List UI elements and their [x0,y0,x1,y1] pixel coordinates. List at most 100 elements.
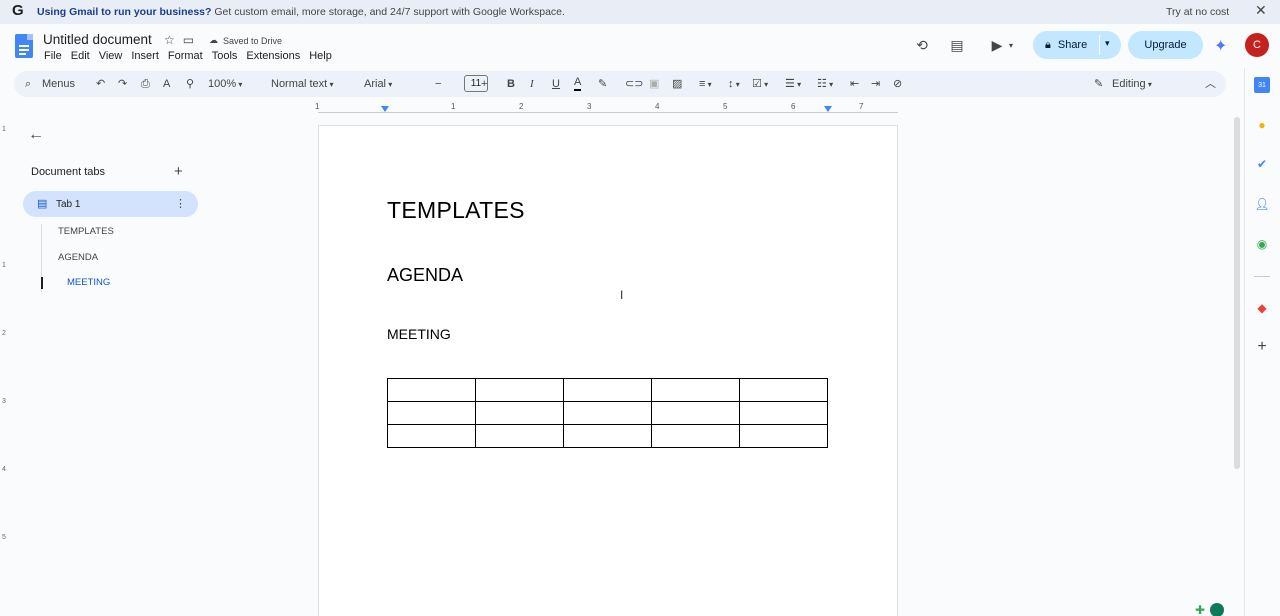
table-cell[interactable] [563,424,652,448]
vertical-ruler: 1 1 2 3 4 5 [2,126,6,541]
menu-extensions[interactable]: Extensions [246,50,300,62]
increase-indent-icon[interactable]: ⇥ [871,76,880,92]
version-history-icon[interactable]: ⟲ [910,33,934,57]
office-addon-icon[interactable]: ◆ [1254,300,1270,316]
search-icon[interactable]: ⌕ [25,76,31,92]
paint-format-icon[interactable]: ⚲ [186,76,194,92]
keep-icon[interactable]: ● [1254,117,1270,133]
table-row [387,424,828,448]
decrease-indent-icon[interactable]: ⇤ [850,76,859,92]
workspace-banner: G Using Gmail to run your business? Get … [0,0,1280,24]
search-menus-input[interactable]: Menus [42,76,75,92]
document-page[interactable]: TEMPLATES AGENDA MEETING [318,125,898,616]
table-cell[interactable] [387,378,476,402]
menu-bar: File Edit View Insert Format Tools Exten… [44,50,332,62]
assistant-icon[interactable] [1210,603,1224,616]
share-button[interactable]: 🔒︎ Share ▾ [1033,31,1121,59]
table-cell[interactable] [387,401,476,425]
table-cell[interactable] [739,401,828,425]
table-cell[interactable] [739,424,828,448]
right-indent-marker[interactable] [824,106,832,112]
menu-format[interactable]: Format [168,50,203,62]
font-select[interactable]: Arial [364,76,424,93]
link-icon[interactable]: ⊂⊃ [625,76,643,92]
explore-icon[interactable]: ✚ [1193,603,1207,616]
table-cell[interactable] [475,378,564,402]
style-select[interactable]: Normal text [271,76,334,93]
vertical-scrollbar[interactable] [1234,117,1240,469]
table-row [387,401,828,425]
table-cell[interactable] [651,424,740,448]
bulleted-list-icon[interactable]: ☰ [785,76,801,93]
outline-item-agenda[interactable]: AGENDA [58,252,98,263]
gemini-icon[interactable]: ✦ [1214,36,1227,56]
undo-icon[interactable]: ↶ [96,76,105,92]
menu-tools[interactable]: Tools [212,50,238,62]
contacts-icon[interactable]: 👤︎ [1254,196,1270,212]
table-cell[interactable] [563,378,652,402]
increase-font-size-icon[interactable]: + [481,76,487,92]
outline-item-meeting[interactable]: MEETING [67,277,110,288]
heading-agenda[interactable]: AGENDA [387,265,463,286]
editing-mode-select[interactable]: Editing [1112,76,1182,93]
spellcheck-icon[interactable]: A [163,76,170,92]
comments-icon[interactable]: ▤ [945,33,969,57]
align-icon[interactable]: ≡ [699,76,712,93]
menu-help[interactable]: Help [309,50,332,62]
maps-icon[interactable]: ◉ [1254,236,1270,252]
table-cell[interactable] [563,401,652,425]
document-table[interactable] [387,378,828,448]
document-title[interactable]: Untitled document [43,32,152,47]
menu-insert[interactable]: Insert [131,50,159,62]
table-cell[interactable] [739,378,828,402]
calendar-icon[interactable]: 31 [1254,77,1270,93]
upgrade-button[interactable]: Upgrade [1128,31,1203,59]
menu-edit[interactable]: Edit [71,50,90,62]
close-icon[interactable]: ✕ [1255,2,1267,19]
italic-icon[interactable]: I [530,76,534,92]
add-tab-icon[interactable]: + [174,163,183,180]
table-cell[interactable] [475,424,564,448]
more-options-icon[interactable]: ⋮ [175,197,186,210]
menu-file[interactable]: File [44,50,62,62]
insert-image-icon[interactable]: ▨ [672,76,682,92]
numbered-list-icon[interactable]: ☷ [817,76,833,93]
menu-view[interactable]: View [99,50,123,62]
add-addon-icon[interactable]: + [1254,338,1270,355]
tasks-icon[interactable]: ✔ [1254,156,1270,172]
docs-logo-icon[interactable] [15,34,33,58]
horizontal-ruler[interactable]: 1 1 2 3 4 5 6 7 [315,102,898,116]
redo-icon[interactable]: ↷ [118,76,127,92]
bold-icon[interactable]: B [507,76,515,92]
line-spacing-icon[interactable]: ↕ [728,76,740,93]
add-comment-icon[interactable]: ▣ [649,76,659,92]
highlight-icon[interactable]: ✎ [598,76,607,92]
try-at-no-cost-link[interactable]: Try at no cost [1166,6,1229,18]
decrease-font-size-icon[interactable]: − [435,76,441,92]
meet-icon[interactable]: ▶ [985,33,1009,57]
print-icon[interactable]: ⎙ [141,76,150,92]
underline-icon[interactable]: U [552,76,560,92]
chevron-down-icon[interactable]: ▾ [1009,41,1013,50]
zoom-select[interactable]: 100% [208,76,242,93]
chevron-down-icon[interactable]: ▾ [1105,38,1110,49]
checklist-icon[interactable]: ☑ [752,76,768,93]
chevron-up-icon[interactable]: ︿ [1205,76,1216,92]
table-cell[interactable] [387,424,476,448]
google-g-icon: G [12,2,24,19]
text-color-icon[interactable]: A [574,76,582,91]
heading-meeting[interactable]: MEETING [387,326,451,342]
clear-formatting-icon[interactable]: ⊘ [893,76,902,92]
heading-templates[interactable]: TEMPLATES [387,197,525,224]
tab-1[interactable]: ▤ Tab 1 ⋮ [23,191,198,217]
avatar[interactable]: C [1245,33,1269,57]
back-arrow-icon[interactable]: ← [28,126,44,144]
table-cell[interactable] [651,401,740,425]
table-cell[interactable] [651,378,740,402]
star-icon[interactable]: ☆ [164,33,175,47]
move-folder-icon[interactable]: ▭ [183,33,194,47]
table-cell[interactable] [475,401,564,425]
outline-item-templates[interactable]: TEMPLATES [58,226,114,237]
left-indent-marker[interactable] [381,106,389,112]
save-status[interactable]: ☁ Saved to Drive [209,35,282,46]
